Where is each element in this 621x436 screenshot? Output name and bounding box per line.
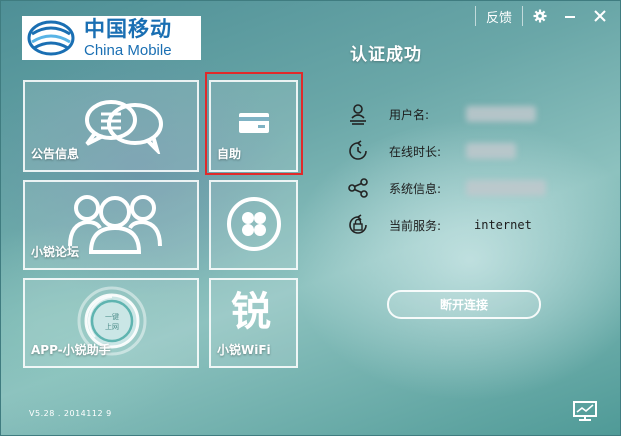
version-text: V5.28 . 2014112 9: [29, 409, 112, 418]
feedback-button[interactable]: 反馈: [478, 2, 520, 30]
tile-self-service[interactable]: 自助: [209, 80, 298, 172]
minimize-icon: [565, 16, 575, 18]
user-icon: [350, 104, 366, 125]
tile-notice[interactable]: 公告信息: [23, 80, 199, 172]
app-window: 中国移动 China Mobile 反馈 公告信息 自助 小锐论坛 一键 上网 …: [0, 0, 621, 436]
logo-text-cn: 中国移动: [84, 16, 172, 41]
system-info-value-redacted: [466, 180, 546, 196]
share-icon: [348, 178, 368, 198]
monitor-icon[interactable]: [572, 400, 598, 422]
clock-icon: [349, 140, 367, 160]
tile-self-service-label: 自助: [217, 147, 242, 161]
tile-forum-label: 小锐论坛: [31, 245, 80, 259]
info-row-system-info: 系统信息:: [347, 176, 546, 200]
one-key-text-2: 上网: [105, 322, 119, 331]
info-row-username: 用户名:: [347, 102, 536, 126]
rui-glyph-icon: 锐: [231, 289, 271, 335]
title-bar-controls: 反馈: [473, 2, 615, 30]
tile-app-assistant[interactable]: 一键 上网 APP-小锐助手: [23, 278, 199, 368]
title-bar-divider: [474, 6, 476, 26]
tile-notice-label: 公告信息: [31, 147, 80, 161]
online-time-label: 在线时长:: [389, 144, 442, 159]
minimize-button[interactable]: [555, 2, 585, 30]
close-icon: [594, 10, 606, 22]
current-service-value: internet: [474, 218, 532, 232]
clover-icon: [227, 197, 281, 251]
china-mobile-logo: 中国移动 China Mobile: [22, 16, 201, 60]
tile-wifi-label: 小锐WiFi: [217, 343, 271, 357]
gear-icon: [533, 9, 547, 23]
online-time-value-redacted: [466, 143, 516, 159]
auth-status-title: 认证成功: [350, 45, 422, 65]
current-service-label: 当前服务:: [389, 218, 442, 233]
settings-button[interactable]: [525, 2, 555, 30]
card-icon: [239, 113, 269, 133]
speech-bubble-icon: [85, 100, 163, 154]
close-button[interactable]: [585, 2, 615, 30]
disconnect-button[interactable]: 断开连接: [387, 290, 541, 319]
tile-app-label: APP-小锐助手: [31, 343, 111, 357]
tile-forum[interactable]: 小锐论坛: [23, 180, 199, 270]
username-value-redacted: [466, 106, 536, 122]
china-mobile-logo-icon: [27, 20, 75, 56]
lock-icon: [349, 214, 367, 234]
one-key-text-1: 一键: [105, 312, 119, 321]
info-row-online-time: 在线时长:: [347, 139, 516, 163]
system-info-label: 系统信息:: [389, 181, 442, 196]
tile-clover[interactable]: [209, 180, 298, 270]
tile-wifi[interactable]: 锐 小锐WiFi: [209, 278, 298, 368]
info-row-current-service: 当前服务: internet: [347, 213, 532, 237]
people-icon: [68, 195, 162, 254]
username-label: 用户名:: [389, 107, 430, 122]
title-bar-divider: [522, 6, 523, 26]
logo-text-en: China Mobile: [84, 41, 172, 59]
